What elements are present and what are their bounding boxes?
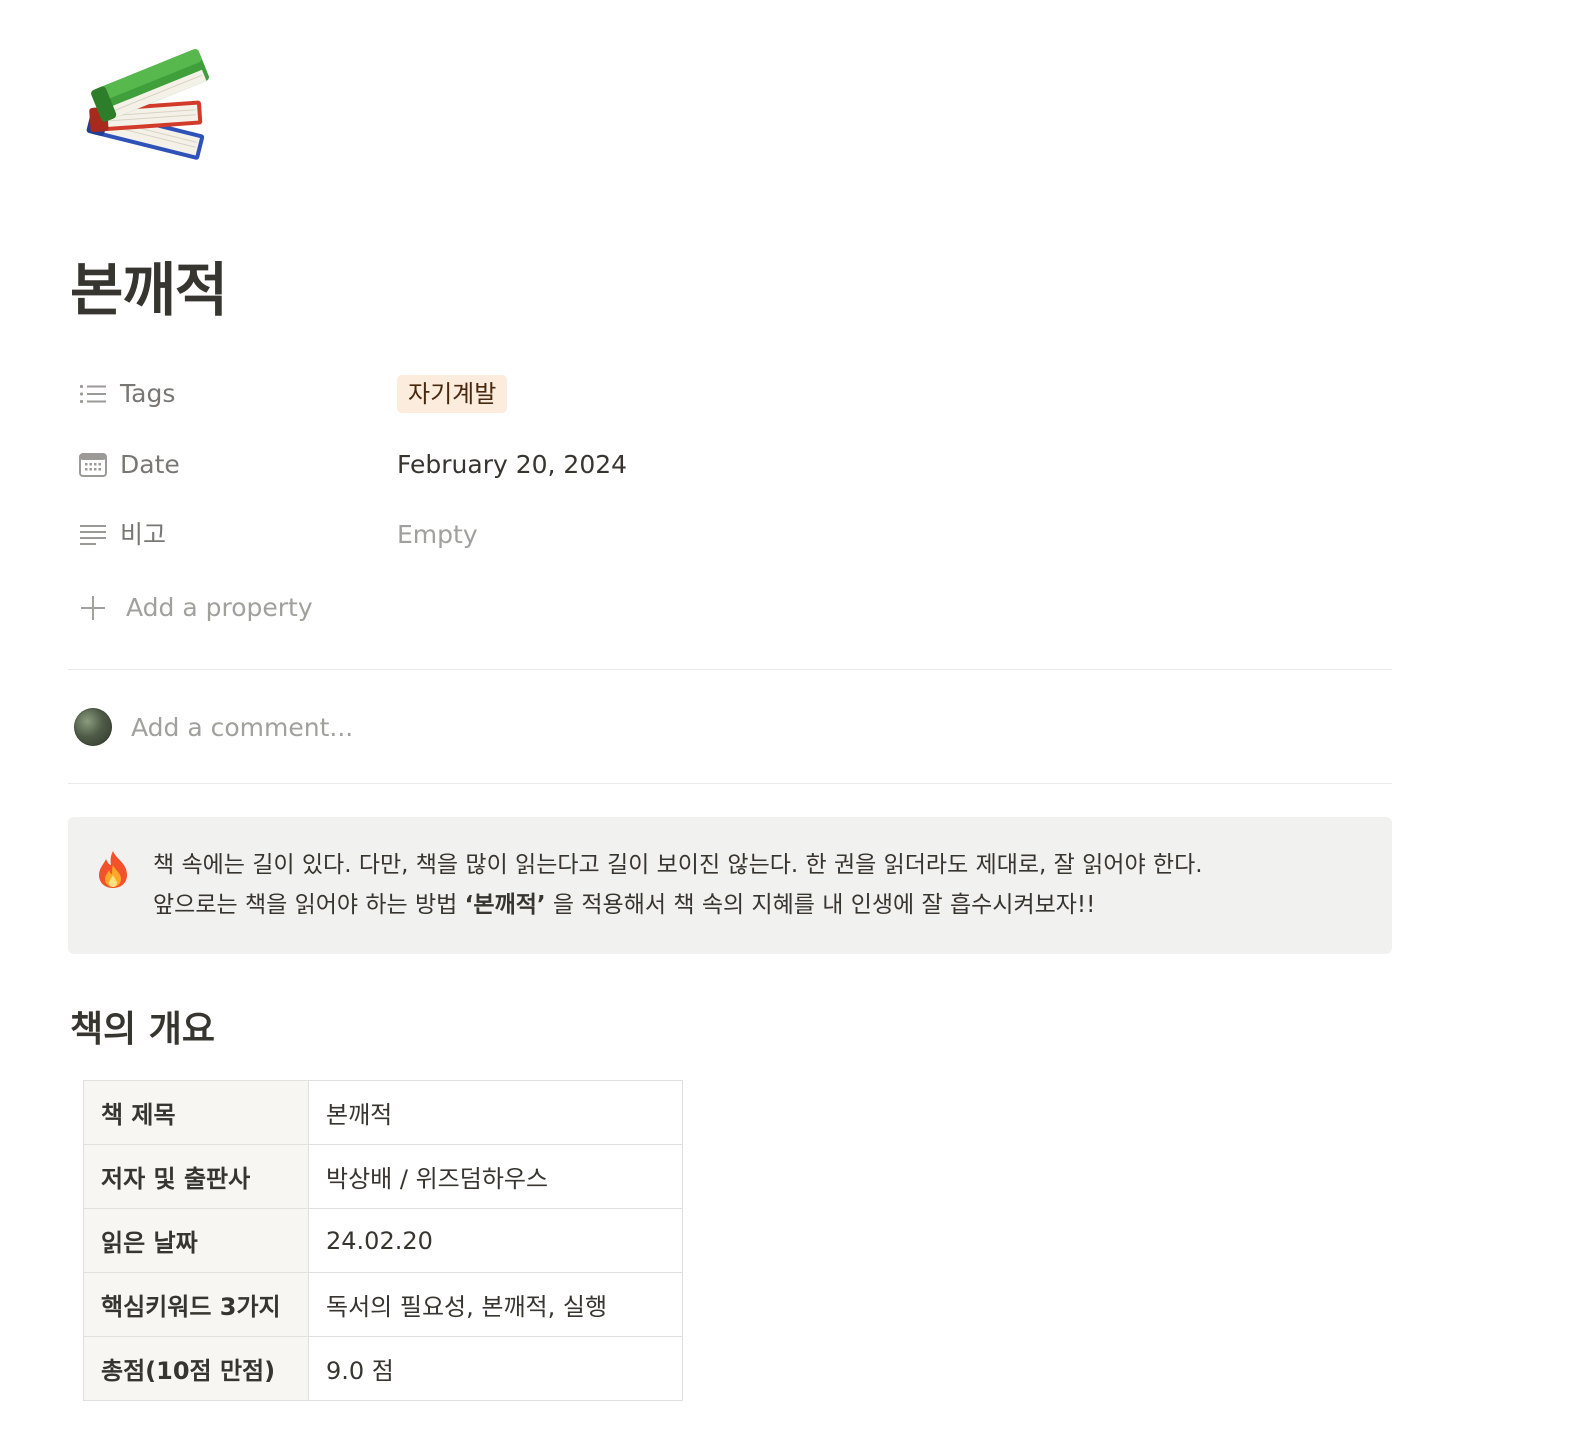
add-property-button[interactable]: Add a property: [78, 586, 478, 630]
fire-emoji-icon[interactable]: [96, 849, 130, 889]
overview-table: 책 제목 본깨적 저자 및 출판사 박상배 / 위즈덤하우스 읽은 날짜 24.…: [83, 1080, 683, 1401]
books-emoji-icon[interactable]: [80, 30, 215, 165]
callout-line-1: 책 속에는 길이 있다. 다만, 책을 많이 읽는다고 길이 보이진 않는다. …: [153, 852, 1203, 878]
section-heading[interactable]: 책의 개요: [70, 1002, 215, 1058]
add-property-label: Add a property: [126, 593, 313, 622]
table-cell-value[interactable]: 독서의 필요성, 본깨적, 실행: [308, 1272, 683, 1337]
property-name: Tags: [120, 379, 176, 408]
date-value[interactable]: February 20, 2024: [397, 443, 627, 487]
property-row-note[interactable]: 비고 Empty: [78, 513, 978, 557]
callout-text[interactable]: 책 속에는 길이 있다. 다만, 책을 많이 읽는다고 길이 보이진 않는다. …: [153, 845, 1373, 925]
list-icon: [78, 380, 108, 408]
table-cell-key[interactable]: 총점(10점 만점): [83, 1336, 309, 1401]
comment-input[interactable]: [131, 706, 731, 750]
table-row: 총점(10점 만점) 9.0 점: [83, 1336, 683, 1401]
table-cell-key[interactable]: 핵심키워드 3가지: [83, 1272, 309, 1337]
table-row: 저자 및 출판사 박상배 / 위즈덤하우스: [83, 1144, 683, 1209]
property-row-tags[interactable]: Tags 자기계발: [78, 372, 978, 416]
table-cell-key[interactable]: 저자 및 출판사: [83, 1144, 309, 1209]
property-name: 비고: [120, 520, 167, 549]
table-row: 핵심키워드 3가지 독서의 필요성, 본깨적, 실행: [83, 1272, 683, 1337]
table-cell-value[interactable]: 9.0 점: [308, 1336, 683, 1401]
table-row: 읽은 날짜 24.02.20: [83, 1208, 683, 1273]
table-cell-value[interactable]: 본깨적: [308, 1080, 683, 1145]
empty-value[interactable]: Empty: [397, 513, 478, 557]
property-row-date[interactable]: Date February 20, 2024: [78, 443, 978, 487]
avatar: [74, 708, 112, 746]
callout-block[interactable]: 책 속에는 길이 있다. 다만, 책을 많이 읽는다고 길이 보이진 않는다. …: [68, 817, 1392, 954]
text-lines-icon: [78, 521, 108, 549]
callout-emphasis: ‘본깨적’: [464, 892, 546, 918]
table-cell-value[interactable]: 박상배 / 위즈덤하우스: [308, 1144, 683, 1209]
table-cell-key[interactable]: 읽은 날짜: [83, 1208, 309, 1273]
comment-row: [74, 706, 874, 750]
divider: [68, 669, 1392, 670]
callout-line-2: 앞으로는 책을 읽어야 하는 방법 ‘본깨적’ 을 적용해서 책 속의 지혜를 …: [153, 885, 1373, 925]
plus-icon: [78, 593, 108, 623]
table-cell-value[interactable]: 24.02.20: [308, 1208, 683, 1273]
page-title[interactable]: 본깨적: [70, 250, 228, 330]
property-name: Date: [120, 450, 180, 479]
table-cell-key[interactable]: 책 제목: [83, 1080, 309, 1145]
divider: [68, 783, 1392, 784]
calendar-icon: [78, 451, 108, 479]
callout-line-2-start: 앞으로는 책을 읽어야 하는 방법: [153, 892, 465, 918]
table-row: 책 제목 본깨적: [83, 1080, 683, 1145]
callout-line-2-end: 을 적용해서 책 속의 지혜를 내 인생에 잘 흡수시켜보자!!: [545, 892, 1096, 918]
tag-chip[interactable]: 자기계발: [397, 375, 508, 413]
